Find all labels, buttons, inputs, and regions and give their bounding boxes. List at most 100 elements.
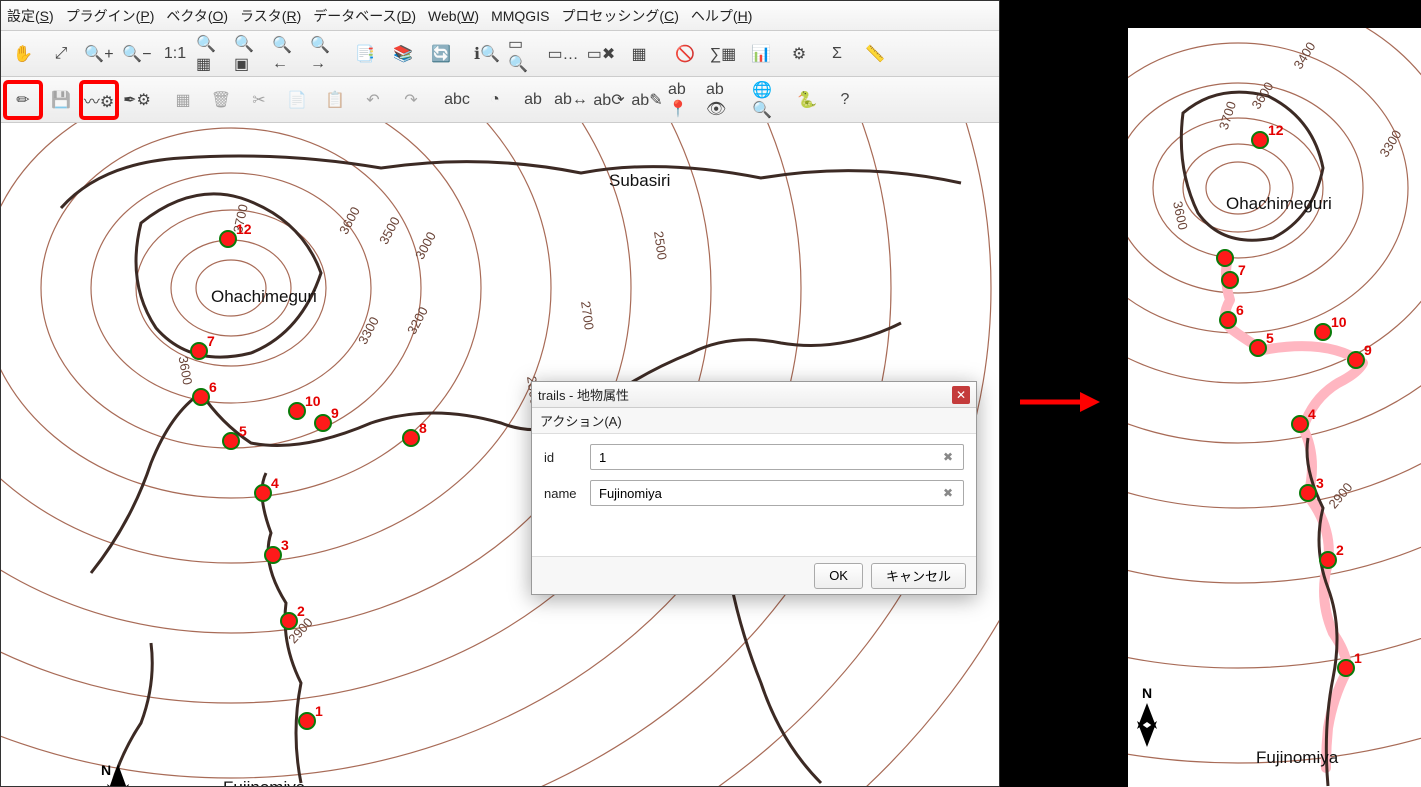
menu-database[interactable]: データベース(D) [313,6,416,26]
metasearch-icon[interactable]: 🌐🔍 [751,82,787,118]
waypoint[interactable] [1299,484,1317,502]
waypoint[interactable] [1249,339,1267,357]
ok-button[interactable]: OK [814,563,863,589]
waypoint[interactable] [280,612,298,630]
save-edits-icon[interactable]: 💾 [43,82,79,118]
menu-web[interactable]: Web(W) [428,8,479,24]
refresh-icon[interactable]: 🔄 [423,36,459,72]
place-label: Subasiri [609,171,670,191]
dialog-title: trails - 地物属性 [538,385,629,404]
label-rotate-icon[interactable]: ab⟳ [591,82,627,118]
waypoint-label: 12 [1268,122,1284,138]
waypoint[interactable] [288,402,306,420]
options-icon[interactable]: ⚙ [781,36,817,72]
paste-icon[interactable]: 📋 [317,82,353,118]
attr-table-icon[interactable]: ▦ [621,36,657,72]
zoom-selection-icon[interactable]: 🔍▣ [233,36,269,72]
menu-vector[interactable]: ベクタ(O) [166,6,228,26]
menu-mmqgis[interactable]: MMQGIS [491,8,549,24]
python-icon[interactable]: 🐍 [789,82,825,118]
arrow-icon [1020,388,1100,416]
label-pin-icon[interactable]: ab📍 [667,82,703,118]
waypoint-label: 5 [239,423,247,439]
zoom-extents-icon[interactable]: ⤢ [43,36,79,72]
zoom-native-icon[interactable]: 1:1 [157,36,193,72]
label-change-icon[interactable]: ab✎ [629,82,665,118]
waypoint[interactable] [1347,351,1365,369]
cut-features-icon[interactable]: ▦ [165,82,201,118]
dialog-titlebar[interactable]: trails - 地物属性 ✕ [532,382,976,408]
waypoint[interactable] [190,342,208,360]
show-bookmarks-icon[interactable]: 📚 [385,36,421,72]
waypoint[interactable] [1216,249,1234,267]
field-id-input[interactable] [599,450,941,465]
compass-north-label: N [1132,685,1162,701]
add-line-feature-icon[interactable]: 〰⚙ [81,82,117,118]
dialog-action-menu[interactable]: アクション(A) [532,408,976,434]
waypoint-label: 8 [419,420,427,436]
clear-icon[interactable]: ✖ [941,450,955,464]
pan-icon[interactable]: ✋ [5,36,41,72]
label-abc-icon[interactable]: abc [439,82,475,118]
menubar: 設定(S) プラグイン(P) ベクタ(O) ラスタ(R) データベース(D) Web(W)… [1,1,999,31]
copy-icon[interactable]: 📄 [279,82,315,118]
field-name-input[interactable] [599,486,941,501]
identify-icon[interactable]: ℹ🔍 [469,36,505,72]
waypoint[interactable] [402,429,420,447]
zoom-in-icon[interactable]: 🔍+ [81,36,117,72]
undo-icon[interactable]: ↶ [355,82,391,118]
menu-processing[interactable]: プロセッシング(C) [561,6,678,26]
waypoint[interactable] [1319,551,1337,569]
label-ab-icon[interactable]: ab [515,82,551,118]
waypoint[interactable] [219,230,237,248]
field-name-label: name [544,486,590,501]
waypoint[interactable] [222,432,240,450]
waypoint[interactable] [314,414,332,432]
deselect-icon[interactable]: ▭✖ [583,36,619,72]
waypoint[interactable] [1219,311,1237,329]
clear-icon[interactable]: ✖ [941,486,955,500]
field-calc-icon[interactable]: ∑▦ [705,36,741,72]
place-label: Fujinomiya [223,778,305,786]
waypoint-label: 7 [207,333,215,349]
waypoint[interactable] [192,388,210,406]
waypoint[interactable] [298,712,316,730]
waypoint[interactable] [254,484,272,502]
waypoint[interactable] [1221,271,1239,289]
diagram-icon[interactable]: ◔ [477,82,513,118]
measure-icon[interactable]: 📏 [857,36,893,72]
close-icon[interactable]: ✕ [952,386,970,404]
waypoint[interactable] [1314,323,1332,341]
place-label: Fujinomiya [1256,748,1338,768]
cancel-button[interactable]: キャンセル [871,563,966,589]
menu-raster[interactable]: ラスタ(R) [240,6,301,26]
waypoint[interactable] [1251,131,1269,149]
waypoint[interactable] [1291,415,1309,433]
toggle-edit-icon[interactable]: ✏ [5,82,41,118]
sigma-icon[interactable]: Σ [819,36,855,72]
menu-settings[interactable]: 設定(S) [7,6,54,26]
menu-plugin[interactable]: プラグイン(P) [66,6,155,26]
select-rect-icon[interactable]: ▭… [545,36,581,72]
waypoint-label: 10 [1331,314,1347,330]
cut-icon[interactable]: ✂ [241,82,277,118]
statistics-icon[interactable]: 📊 [743,36,779,72]
help-icon[interactable]: ? [827,82,863,118]
new-bookmark-icon[interactable]: 📑 [347,36,383,72]
zoom-layer-icon[interactable]: 🔍▦ [195,36,231,72]
zoom-next-icon[interactable]: 🔍→ [309,36,345,72]
zoom-out-icon[interactable]: 🔍− [119,36,155,72]
waypoint[interactable] [1337,659,1355,677]
waypoint-label: 3 [1316,475,1324,491]
menu-help[interactable]: ヘルプ(H) [691,6,752,26]
select-icon[interactable]: ▭🔍 [507,36,543,72]
waypoint[interactable] [264,546,282,564]
zoom-last-icon[interactable]: 🔍← [271,36,307,72]
delete-icon[interactable]: 🗑 [203,82,239,118]
redo-icon[interactable]: ↷ [393,82,429,118]
node-tool-icon[interactable]: ✒⚙ [119,82,155,118]
result-panel: N 340036003700330029003600OhachimeguriFu… [1128,28,1421,787]
layer-remove-icon[interactable]: 🚫 [667,36,703,72]
label-hide-icon[interactable]: ab👁 [705,82,741,118]
label-move-icon[interactable]: ab↔ [553,82,589,118]
